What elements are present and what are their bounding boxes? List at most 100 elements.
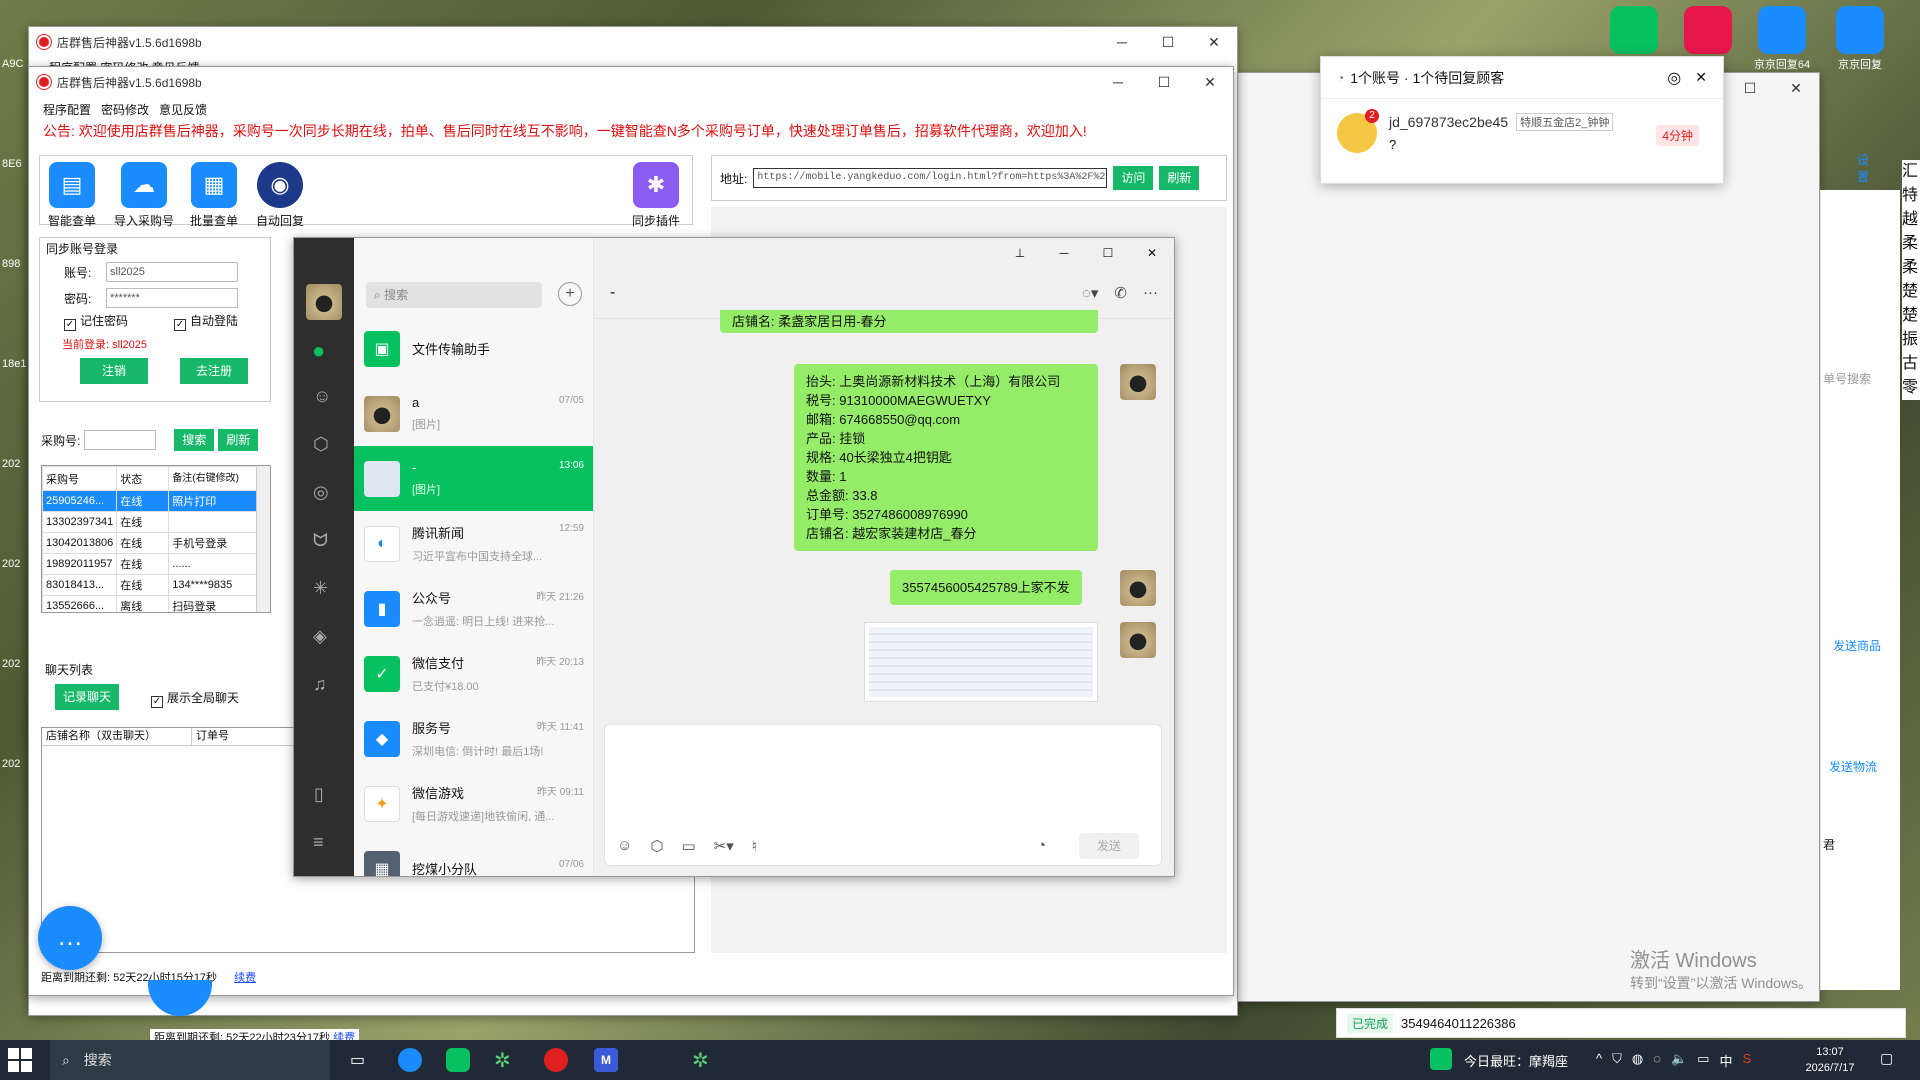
taskbar-search[interactable]: ⌕ 搜索 (50, 1040, 330, 1080)
right-settings-label[interactable]: 设置 (1857, 151, 1869, 185)
scissors-icon[interactable]: ✂▾ (714, 837, 734, 855)
shield-icon[interactable]: ⛉ (1612, 1051, 1622, 1070)
purchase-refresh-button[interactable]: 刷新 (218, 429, 259, 451)
record-chat-button[interactable]: 记录聊天 (55, 684, 119, 710)
sender-avatar[interactable] (1120, 364, 1156, 400)
sync-plugin-button[interactable]: ✱ 同步插件 (624, 162, 688, 229)
settings-icon[interactable]: ◎ (1667, 68, 1681, 88)
password-input[interactable]: ******* (106, 288, 238, 308)
minimize-button[interactable]: ─ (1042, 238, 1086, 268)
more-icon[interactable]: ··· (1143, 284, 1158, 302)
send-goods-link[interactable]: 发送商品 (1833, 637, 1881, 654)
music-icon[interactable]: ♫ (313, 674, 327, 695)
sync-icon[interactable]: ◌ (1653, 1051, 1661, 1070)
send-button[interactable]: 发送 (1079, 833, 1139, 859)
red-app-taskbar-icon[interactable] (544, 1048, 568, 1072)
menu-icon[interactable]: ≡ (313, 832, 324, 853)
close-icon[interactable]: ✕ (1695, 69, 1707, 86)
add-chat-button[interactable]: + (558, 282, 582, 306)
menu-feedback[interactable]: 意见反馈 (159, 101, 207, 118)
moments-icon[interactable]: ◎ (313, 482, 329, 503)
wechat-taskbar-icon[interactable] (446, 1048, 470, 1072)
maximize-button[interactable]: ☐ (1086, 238, 1130, 268)
wechat-search[interactable]: ⌕ 搜索 (366, 282, 542, 308)
table-row[interactable]: 13042013806 在线 手机号登录 (42, 532, 258, 554)
table-row[interactable]: 13302397341 在线 (42, 511, 258, 533)
call-icon[interactable]: ✆ (1114, 284, 1127, 302)
edge-icon[interactable] (398, 1048, 422, 1072)
tray-app-icon[interactable] (1430, 1048, 1452, 1070)
chat-item[interactable]: ✦ 微信游戏 昨天 09:11 [每日游戏速递]地铁偷闲, 通... (354, 771, 593, 836)
chevron-up-icon[interactable]: ^ (1596, 1051, 1602, 1070)
chat-item[interactable]: ✓ 微信支付 昨天 20:13 已支付¥18.00 (354, 641, 593, 706)
task-view-icon[interactable]: ▭ (350, 1050, 365, 1070)
batch-query-button[interactable]: ▦ 批量查单 (182, 162, 246, 229)
message-input[interactable]: ☺ ⬡ ▭ ✂▾ ♮ ◔ 发送 (604, 724, 1162, 866)
sender-avatar[interactable] (1120, 570, 1156, 606)
m-app-taskbar-icon[interactable]: M (594, 1048, 618, 1072)
chat-item[interactable]: ▮ 公众号 昨天 21:26 一念逍遥: 明日上线! 进来抢... (354, 576, 593, 641)
desktop-icon-jd-reply[interactable]: 京京回复 (1830, 6, 1890, 72)
close-button[interactable]: ✕ (1130, 238, 1174, 268)
show-all-chat-checkbox[interactable]: ✓ 展示全局聊天 (151, 689, 239, 708)
chat-bubble-icon[interactable]: ◌▾ (1082, 284, 1098, 302)
menu-password[interactable]: 密码修改 (101, 101, 149, 118)
purchase-search-button[interactable]: 搜索 (174, 429, 215, 451)
table-row[interactable]: 25905246... 在线 照片打印 (42, 490, 258, 512)
remember-password-checkbox[interactable]: ✓ 记住密码 (64, 312, 128, 331)
ime-indicator[interactable]: 中 (1719, 1051, 1732, 1070)
microphone-icon[interactable]: ♮ (752, 837, 757, 855)
image-message[interactable] (864, 622, 1098, 702)
auto-login-checkbox[interactable]: ✓ 自动登陆 (174, 312, 238, 331)
channels-icon[interactable]: ᗢ (313, 530, 328, 551)
chat-item-active[interactable]: -13:06 [图片] (354, 446, 593, 511)
pin-icon[interactable]: ⊥ (998, 238, 1042, 268)
horoscope-widget[interactable]: 今日最旺：摩羯座 (1464, 1051, 1568, 1070)
order-number[interactable]: 3549464011226386 (1401, 1016, 1516, 1031)
smart-query-button[interactable]: ▤ 智能查单 (40, 162, 104, 229)
notification-icon[interactable]: ▢ (1880, 1050, 1893, 1067)
purchase-input[interactable] (84, 430, 157, 450)
visit-button[interactable]: 访问 (1113, 166, 1154, 190)
antivirus-icon[interactable]: S (1742, 1051, 1751, 1070)
message-bubble[interactable]: 店铺名: 柔盏家居日用-春分 (720, 310, 1098, 333)
favorites-icon[interactable]: ⬡ (650, 837, 663, 855)
sender-avatar[interactable] (1120, 622, 1156, 658)
order-message[interactable]: 3557456005425789上家不发 (890, 570, 1082, 605)
app-taskbar-icon[interactable]: ✲ (494, 1048, 511, 1073)
start-button[interactable] (8, 1048, 32, 1072)
auto-reply-button[interactable]: ◉ 自动回复 (248, 162, 312, 229)
chats-icon[interactable]: ● (312, 338, 325, 364)
table-row[interactable]: 13552666... 离线 扫码登录 (42, 595, 258, 612)
chat-item[interactable]: ▦ 挖煤小分队 07/06 (354, 836, 593, 876)
chat-item[interactable]: a 07/05 [图片] (354, 381, 593, 446)
clock[interactable]: 13:07 2026/7/17 (1800, 1044, 1860, 1076)
table-row[interactable]: 83018413... 在线 134****9835 (42, 574, 258, 596)
app-taskbar-icon-2[interactable]: ✲ (692, 1048, 709, 1073)
address-input[interactable]: https://mobile.yangkeduo.com/login.html?… (753, 168, 1108, 188)
register-button[interactable]: 去注册 (180, 358, 248, 384)
renew-link[interactable]: 续费 (234, 972, 256, 984)
close-button[interactable]: ✕ (1187, 74, 1233, 91)
search-feature-icon[interactable]: ✳ (313, 578, 328, 599)
table-scrollbar[interactable] (256, 466, 270, 612)
jd-customer-row[interactable]: 2 jd_697873ec2be45 特顺五金店2_钟钟 ? 4分钟 (1321, 99, 1723, 179)
chat-item[interactable]: ◆ 服务号 昨天 11:41 深圳电信: 倒计时! 最后1场! (354, 706, 593, 771)
refresh-button[interactable]: 刷新 (1159, 166, 1200, 190)
account-input[interactable]: sll2025 (106, 262, 238, 282)
mini-program-icon[interactable]: ◈ (313, 626, 327, 647)
favorites-icon[interactable]: ⬡ (313, 434, 329, 455)
phone-icon[interactable]: ▯ (314, 784, 324, 805)
chat-item[interactable]: ◐ 腾讯新闻 12:59 习近平宣布中国支持全球... (354, 511, 593, 576)
floating-chat-button[interactable]: … (38, 906, 102, 970)
emoji-icon[interactable]: ☺ (617, 837, 632, 855)
desktop-icon-jd-reply64[interactable]: 京京回复64 (1752, 6, 1812, 72)
invoice-message[interactable]: 抬头: 上奥尚源新材料技术（上海）有限公司 税号: 91310000MAEGWU… (794, 364, 1098, 551)
logout-button[interactable]: 注销 (80, 358, 148, 384)
folder-icon[interactable]: ▭ (681, 837, 695, 855)
wechat-tray-icon[interactable]: ◍ (1632, 1051, 1643, 1070)
network-icon[interactable]: ▭ (1697, 1051, 1709, 1070)
chat-item[interactable]: ▣ 文件传输助手 (354, 316, 593, 381)
minimize-button[interactable]: ─ (1095, 74, 1141, 91)
volume-icon[interactable]: 🔈 (1671, 1051, 1687, 1070)
